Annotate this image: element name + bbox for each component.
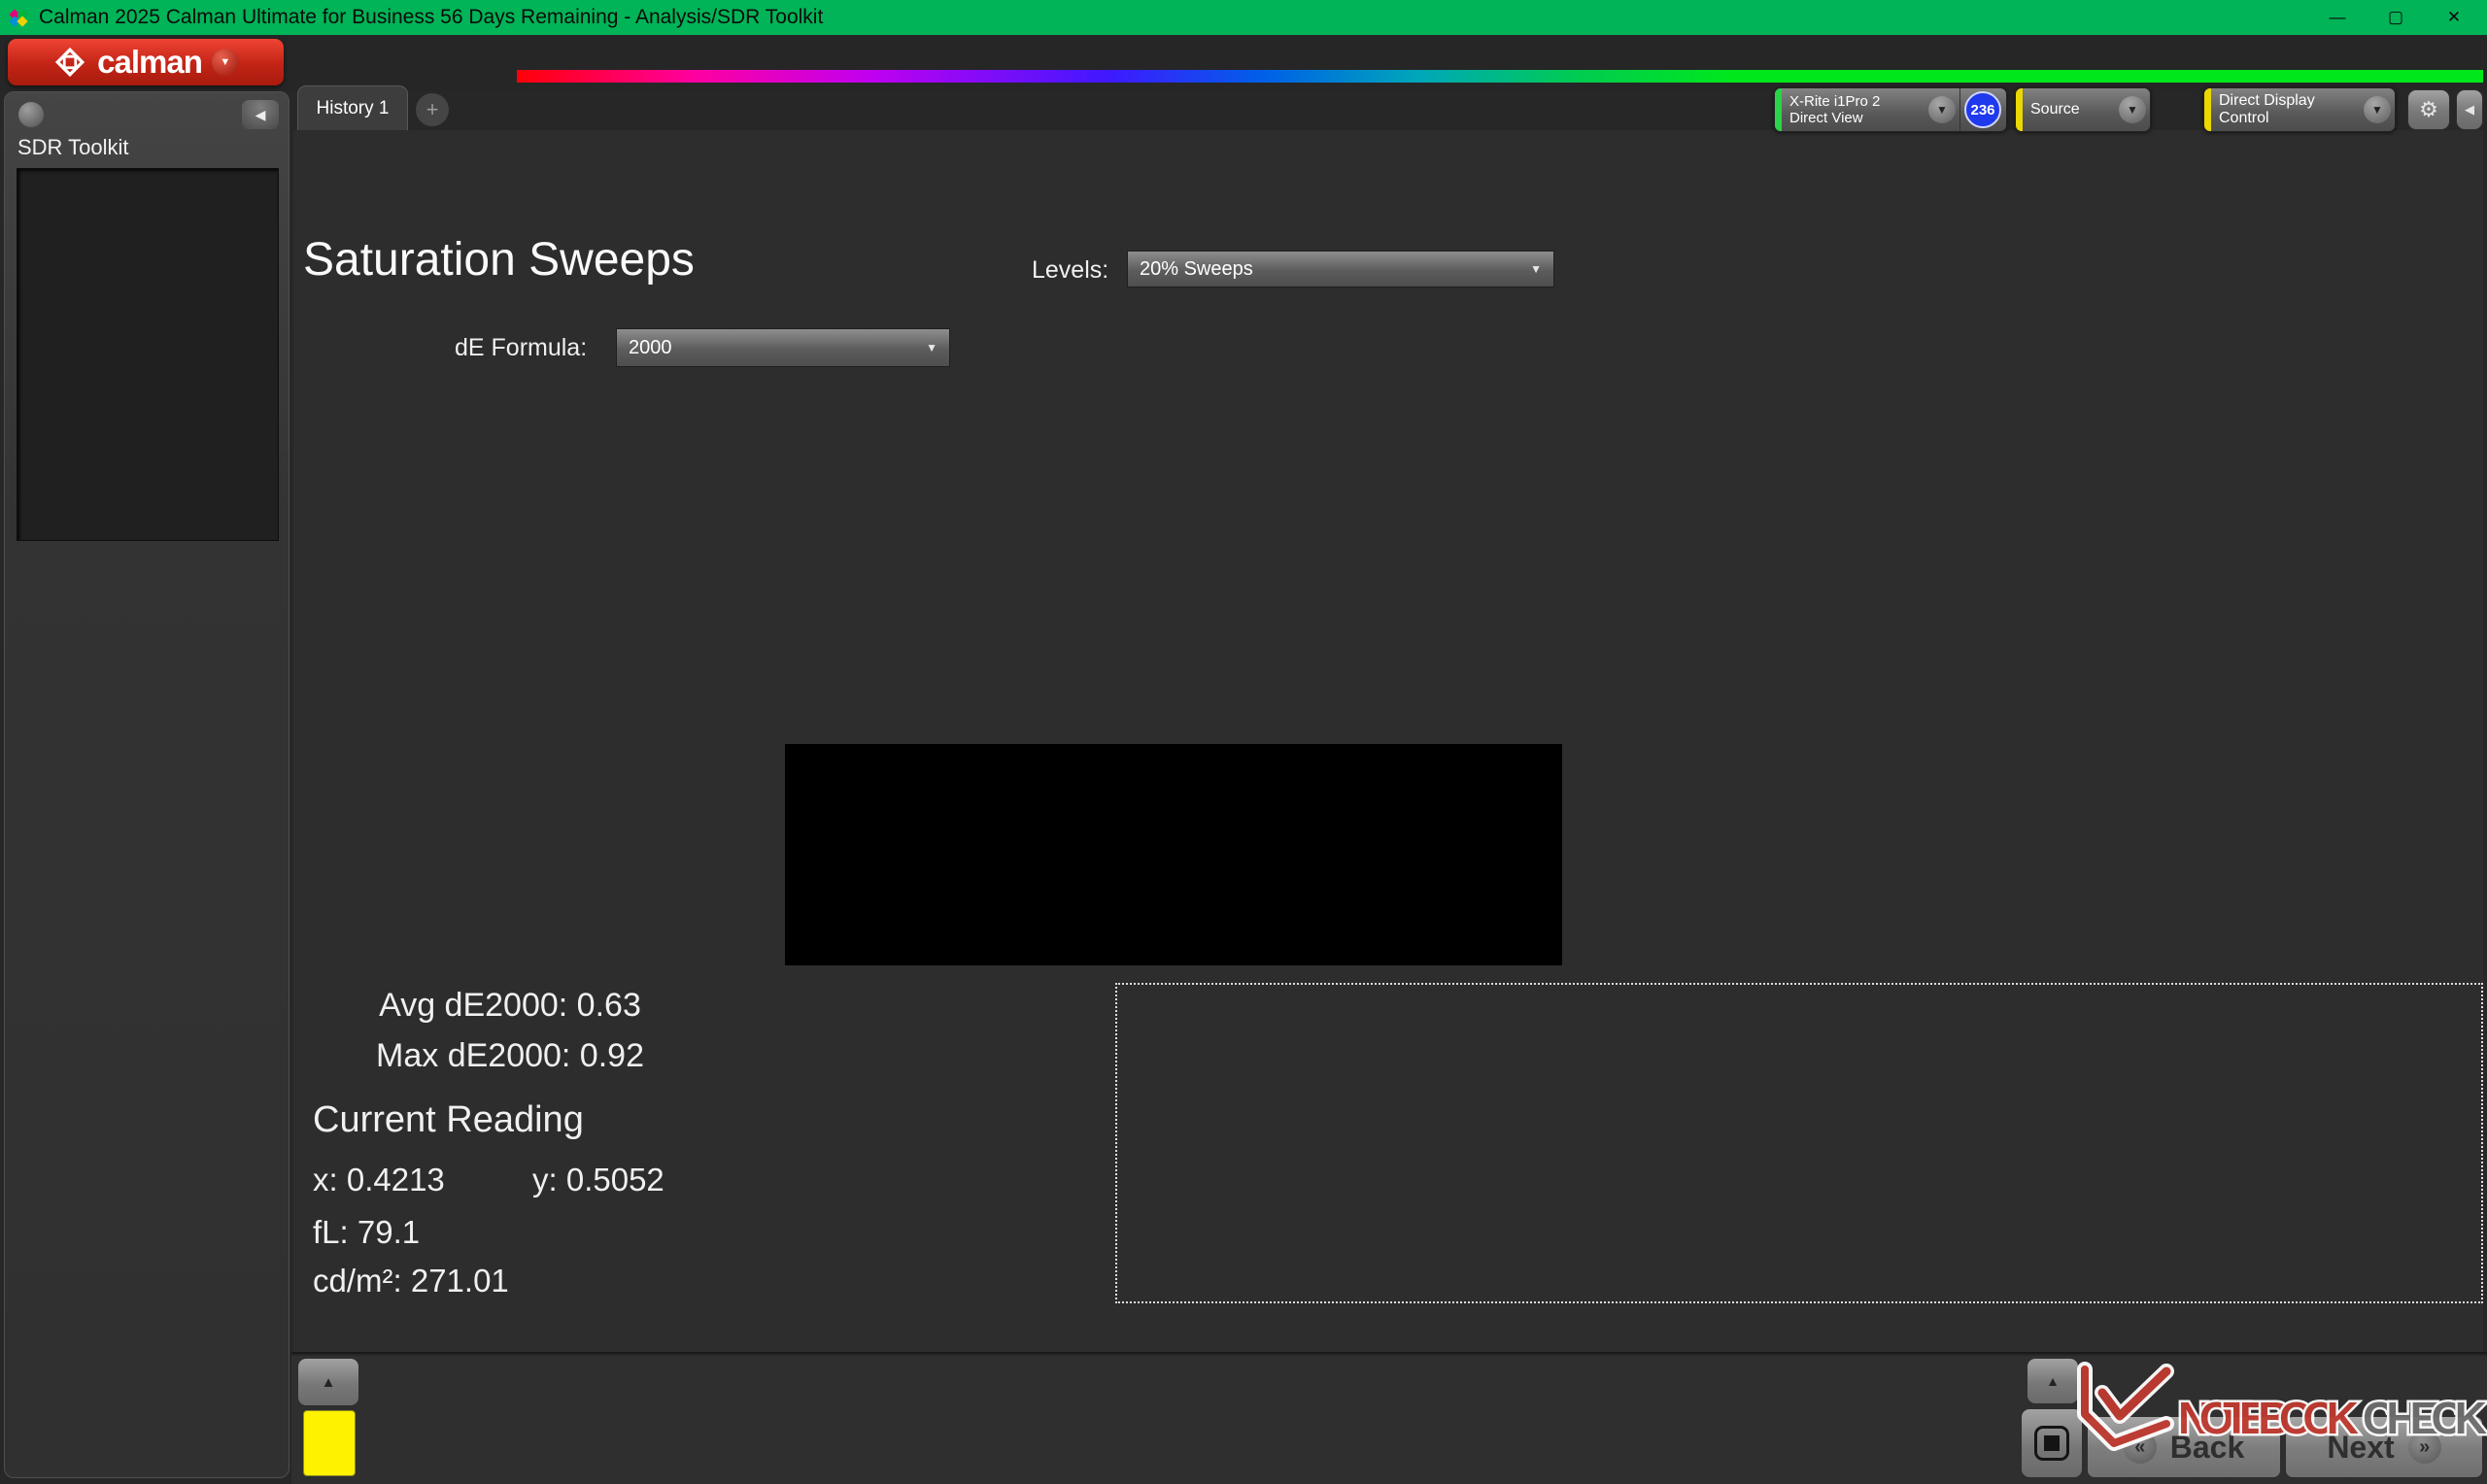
sidebar-title: SDR Toolkit	[17, 135, 129, 160]
sidebar-pin-button[interactable]	[18, 102, 44, 127]
chevron-down-icon: ▼	[212, 49, 239, 76]
gear-icon: ⚙	[2419, 97, 2438, 122]
display-control-label: Direct Display Control	[2211, 92, 2364, 127]
tab-history-label: History 1	[317, 98, 390, 119]
current-y: y: 0.5052	[532, 1162, 664, 1198]
pattern-tray-toggle-right[interactable]: ▲	[2027, 1358, 2079, 1404]
stop-measure-button[interactable]	[2021, 1408, 2083, 1478]
meter-name: X-Rite i1Pro 2	[1789, 93, 1928, 110]
levels-label: Levels:	[1032, 256, 1108, 285]
tab-history-1[interactable]: History 1	[297, 85, 408, 130]
page-title: Saturation Sweeps	[303, 233, 695, 287]
pattern-tray-toggle-left[interactable]: ▲	[297, 1358, 359, 1406]
calman-label: calman	[97, 44, 202, 81]
current-nits: cd/m²: 271.01	[313, 1263, 509, 1299]
add-tab-button[interactable]: +	[416, 93, 449, 126]
app-logo-icon	[8, 7, 29, 28]
sidebar-collapse-button[interactable]: ◀	[242, 100, 279, 129]
display-control-dropdown[interactable]: Direct Display Control ▼	[2203, 87, 2396, 132]
chevron-left-icon: ◀	[2465, 102, 2474, 118]
chevron-down-icon: ▼	[2119, 96, 2146, 123]
avg-de2000: Avg dE2000: 0.63	[321, 987, 699, 1025]
results-table-region	[1115, 983, 2483, 1303]
panel-collapse-button[interactable]: ◀	[2456, 89, 2483, 130]
next-button[interactable]: Next »	[2285, 1416, 2483, 1478]
delta-l-chart	[783, 313, 1028, 748]
maximize-button[interactable]: ▢	[2367, 0, 2425, 35]
back-button[interactable]: « Back	[2087, 1416, 2281, 1478]
window-title: Calman 2025 Calman Ultimate for Business…	[39, 6, 823, 29]
workflow-tree	[17, 168, 279, 541]
meter-status-stripe	[1775, 88, 1782, 131]
minimize-button[interactable]: —	[2308, 0, 2367, 35]
current-x: x: 0.4213	[313, 1162, 445, 1198]
source-status-stripe	[2016, 88, 2023, 131]
cie-1976-chart	[1584, 251, 2483, 971]
source-label: Source	[2023, 101, 2119, 118]
triangle-up-icon: ▲	[2046, 1373, 2060, 1389]
chevrons-left-icon: «	[2124, 1431, 2157, 1464]
stop-icon	[2034, 1426, 2069, 1461]
max-de2000: Max dE2000: 0.92	[321, 1037, 699, 1075]
close-button[interactable]: ✕	[2425, 0, 2483, 35]
back-label: Back	[2170, 1430, 2245, 1466]
next-label: Next	[2327, 1430, 2394, 1466]
chevrons-right-icon: »	[2408, 1431, 2441, 1464]
chevron-down-icon: ▼	[1530, 262, 1542, 276]
current-fl: fL: 79.1	[313, 1214, 420, 1251]
display-control-status-stripe	[2204, 88, 2211, 131]
levels-select[interactable]: 20% Sweeps ▼	[1127, 251, 1554, 287]
settings-button[interactable]: ⚙	[2407, 89, 2450, 130]
menu-bar: calman ▼	[0, 35, 2487, 91]
app-window: Calman 2025 Calman Ultimate for Business…	[0, 0, 2487, 1484]
formula-label: dE Formula:	[455, 334, 587, 362]
delta-h-chart	[1304, 313, 1549, 748]
source-dropdown[interactable]: Source ▼	[2015, 87, 2151, 132]
meter-mode: Direct View	[1789, 110, 1928, 126]
deltae-2000-chart	[301, 383, 767, 965]
meter-reading-badge: 236	[1964, 91, 2001, 128]
calman-menu-button[interactable]: calman ▼	[8, 39, 284, 85]
levels-value: 20% Sweeps	[1140, 258, 1253, 281]
rainbow-strip	[517, 70, 2483, 83]
sidebar: ◀ SDR Toolkit	[4, 91, 290, 1478]
current-reading-heading: Current Reading	[313, 1099, 584, 1141]
chevron-down-icon: ▼	[1928, 96, 1956, 123]
rgb-balance-chart	[721, 1000, 1106, 1307]
delta-c-chart	[1043, 313, 1288, 748]
title-bar: Calman 2025 Calman Ultimate for Business…	[0, 0, 2487, 35]
triangle-up-icon: ▲	[322, 1374, 336, 1391]
chevron-down-icon: ▼	[2364, 96, 2391, 123]
actual-target-swatch-strip	[785, 744, 1562, 965]
calman-knot-icon	[52, 45, 87, 80]
current-color-chip[interactable]	[303, 1410, 356, 1476]
formula-value: 2000	[629, 337, 672, 359]
meter-dropdown[interactable]: X-Rite i1Pro 2 Direct View ▼ 236	[1774, 87, 2007, 132]
